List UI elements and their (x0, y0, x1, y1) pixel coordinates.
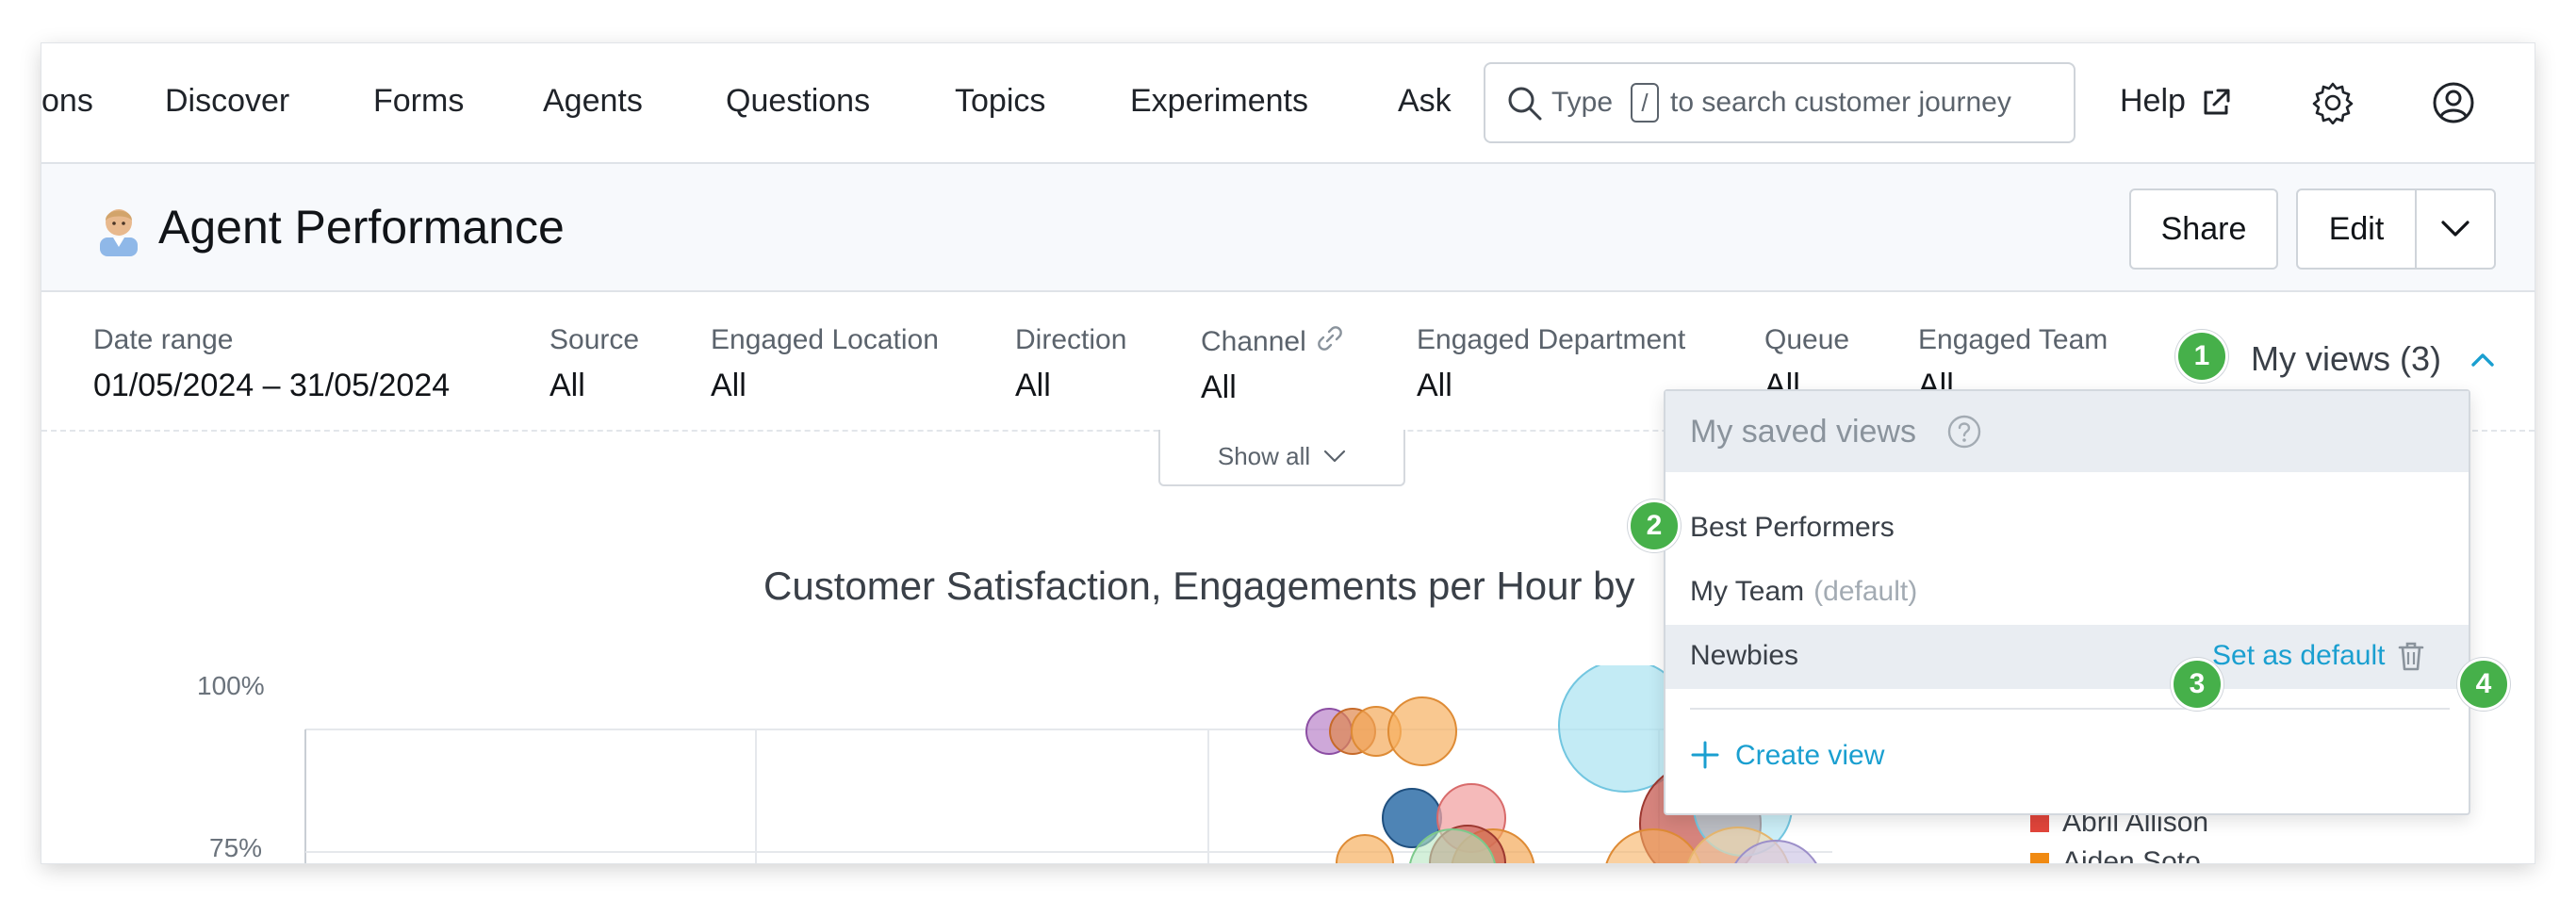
show-all-label: Show all (1217, 442, 1311, 470)
filter-direction[interactable]: Direction All (1015, 324, 1126, 404)
filter-value: 01/05/2024 – 31/05/2024 (93, 368, 451, 403)
search-input[interactable]: Type / to search customer journey (1484, 62, 2076, 143)
edit-options-button[interactable] (2415, 188, 2496, 270)
filter-value: All (711, 368, 747, 403)
chevron-up-icon (2471, 353, 2494, 367)
chart-title: Customer Satisfaction, Engagements per H… (763, 564, 1635, 608)
nav-item-agents[interactable]: Agents (543, 83, 643, 120)
create-view-button[interactable]: Create view (1690, 740, 1884, 772)
help-circle-icon[interactable] (1946, 414, 1982, 450)
my-views-label: My views (3) (2251, 339, 2442, 378)
set-as-default-link[interactable]: Set as default (2212, 640, 2385, 672)
dropdown-divider (1690, 708, 2450, 710)
chevron-down-icon (2441, 221, 2469, 237)
filter-channel[interactable]: Channel All (1201, 324, 1344, 406)
filter-value: All (1417, 368, 1452, 403)
default-marker: (default) (1813, 576, 1918, 607)
plus-icon (1691, 741, 1719, 769)
callout-badge-3: 3 (2171, 658, 2223, 711)
callout-badge-2: 2 (1628, 499, 1681, 552)
agent-emoji-icon (100, 209, 138, 256)
filter-engaged-department[interactable]: Engaged Department All (1417, 324, 1685, 404)
page-title: Agent Performance (158, 201, 565, 254)
nav-item-topics[interactable]: Topics (955, 83, 1045, 120)
user-profile-icon[interactable] (2432, 81, 2475, 124)
chevron-down-icon (1324, 450, 1346, 463)
saved-view-newbies[interactable]: Newbies Set as default (1665, 625, 2469, 689)
saved-view-my-team[interactable]: My Team (default) (1665, 561, 2469, 625)
legend-swatch (2030, 853, 2049, 863)
nav-item-ask[interactable]: Ask (1398, 83, 1452, 120)
callout-badge-1: 1 (2175, 330, 2228, 383)
search-icon (1508, 87, 1542, 121)
search-placeholder-prefix: Type (1551, 87, 1614, 118)
legend-swatch (2030, 813, 2049, 832)
search-placeholder-suffix: to search customer journey (1670, 87, 2011, 118)
bubble (1336, 834, 1394, 863)
link-icon (1317, 326, 1342, 351)
saved-view-name: My Team (default) (1690, 576, 1917, 608)
filter-label: Engaged Location (711, 324, 939, 355)
filter-date-range[interactable]: Date range 01/05/2024 – 31/05/2024 (93, 324, 450, 404)
nav-item-forms[interactable]: Forms (373, 83, 464, 120)
filter-label: Queue (1764, 324, 1850, 355)
nav-item-experiments[interactable]: Experiments (1130, 83, 1308, 120)
saved-view-best-performers[interactable]: Best Performers (1665, 497, 2469, 561)
filter-label: Direction (1015, 324, 1127, 355)
create-view-label: Create view (1735, 740, 1885, 771)
saved-view-name: Newbies (1690, 640, 1799, 671)
nav-item-truncated[interactable]: ons (41, 83, 93, 120)
filter-label-text: Channel (1201, 326, 1306, 357)
callout-badge-4: 4 (2457, 658, 2510, 711)
show-all-filters-button[interactable]: Show all (1158, 430, 1405, 486)
top-navigation: ons Discover Forms Agents Questions Topi… (41, 43, 2535, 164)
filter-label: Source (550, 324, 640, 355)
filter-source[interactable]: Source All (550, 324, 639, 404)
saved-views-dropdown: My saved views Best Performers My Team (d… (1664, 389, 2470, 815)
dropdown-header: My saved views (1665, 391, 2469, 472)
filter-label: Engaged Team (1918, 324, 2108, 355)
filter-label: Date range (93, 324, 234, 355)
bubble (1387, 696, 1457, 766)
filter-value: All (1015, 368, 1051, 403)
help-link[interactable]: Help (2120, 83, 2186, 120)
settings-gear-icon[interactable] (2311, 81, 2354, 124)
saved-view-name-text: My Team (1690, 576, 1805, 607)
app-window: ons Discover Forms Agents Questions Topi… (41, 43, 2535, 863)
legend-item[interactable]: Aiden Soto (2030, 846, 2201, 863)
filter-value: All (550, 368, 585, 403)
search-shortcut-key: / (1631, 83, 1659, 123)
trash-icon[interactable] (2397, 640, 2425, 672)
nav-item-questions[interactable]: Questions (726, 83, 870, 120)
external-link-icon (2204, 89, 2230, 115)
filter-engaged-location[interactable]: Engaged Location All (711, 324, 939, 404)
edit-button[interactable]: Edit (2296, 188, 2417, 270)
legend-label: Aiden Soto (2062, 846, 2201, 863)
saved-view-name: Best Performers (1690, 512, 1895, 543)
dropdown-title: My saved views (1690, 414, 1916, 450)
share-button[interactable]: Share (2129, 188, 2278, 270)
filter-label: Engaged Department (1417, 324, 1686, 355)
filter-label: Channel (1201, 324, 1344, 358)
page-header: Agent Performance Share Edit (41, 164, 2535, 292)
nav-item-discover[interactable]: Discover (165, 83, 289, 120)
filter-value: All (1201, 369, 1237, 405)
